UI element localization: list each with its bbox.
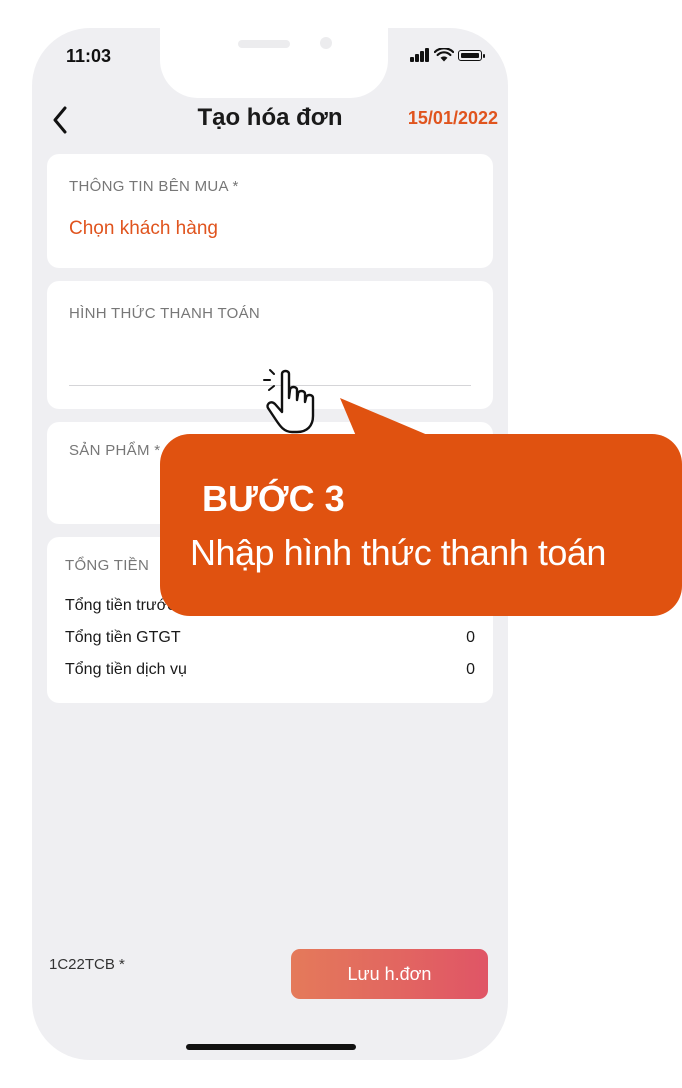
callout-step-description: Nhập hình thức thanh toán: [190, 532, 606, 573]
pointing-hand-icon: [263, 369, 315, 434]
step-callout: BƯỚC 3 Nhập hình thức thanh toán: [160, 434, 682, 616]
callout-step-title: BƯỚC 3: [202, 478, 345, 519]
